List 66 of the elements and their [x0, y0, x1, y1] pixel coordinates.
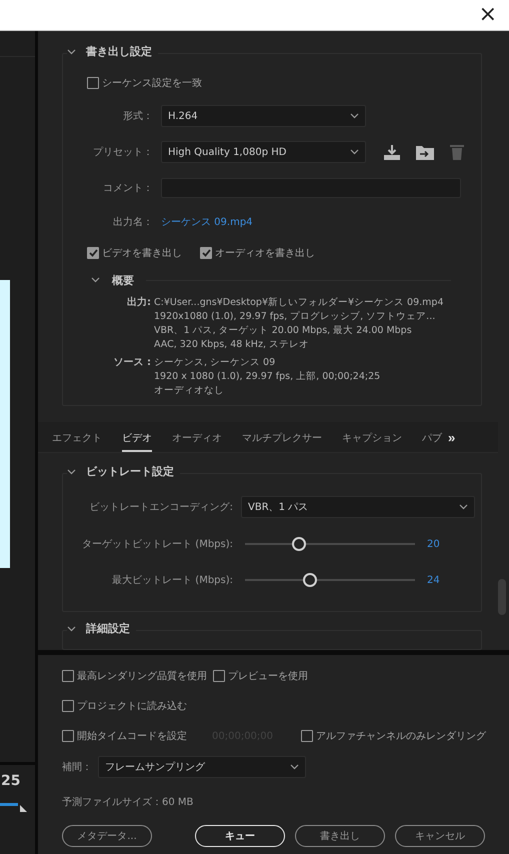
summary-line: AAC, 320 Kbps, 48 kHz, ステレオ: [154, 338, 310, 352]
encoding-dropdown[interactable]: VBR、1 パス: [241, 496, 475, 518]
chevron-icon[interactable]: [67, 48, 76, 54]
tab[interactable]: マルチプレクサー: [242, 422, 322, 452]
summary-line: VBR、1 パス, ターゲット 20.00 Mbps, 最大 24.00 Mbps: [154, 324, 413, 338]
scrollbar-thumb[interactable]: [498, 579, 506, 615]
field-label: ビットレートエンコーディング:: [88, 501, 233, 514]
close-button[interactable]: ×: [476, 5, 499, 25]
section-title: ビットレート設定: [86, 464, 174, 480]
checkbox[interactable]: 最高レンダリング品質を使用: [62, 669, 207, 683]
field-label: プリセット：: [92, 146, 153, 159]
tab[interactable]: エフェクト: [52, 422, 102, 452]
summary-line: シーケンス, シーケンス 09: [154, 356, 276, 370]
preset-dropdown[interactable]: High Quality 1,080p HD: [161, 141, 366, 163]
checkmark-icon: [202, 249, 210, 257]
dialog-button[interactable]: メタデータ...: [62, 825, 152, 847]
checkbox[interactable]: 開始タイムコードを設定: [62, 729, 187, 743]
dialog-button[interactable]: キュー: [195, 825, 285, 847]
playhead-bar-drawing: [0, 803, 28, 813]
chevron-icon[interactable]: [91, 277, 100, 283]
summary-title: 概要: [112, 272, 134, 288]
caret-icon: [350, 149, 359, 155]
chevron-icon[interactable]: [67, 468, 76, 475]
field-label: 出力名：: [112, 216, 153, 229]
dialog-button[interactable]: 書き出し: [295, 825, 385, 847]
import-folder-icon[interactable]: [416, 144, 434, 160]
tab[interactable]: ビデオ: [122, 422, 152, 452]
download-icon[interactable]: [384, 144, 400, 160]
field-label: 補間：: [62, 760, 92, 774]
slider-label: ターゲットビットレート (Mbps):: [81, 538, 233, 552]
slider-value: 20: [427, 538, 440, 550]
summary-line: C:¥User...gns¥Desktop¥新しいフォルダー¥シーケンス 09.mp4: [154, 296, 444, 310]
checkbox[interactable]: ビデオを書き出し: [87, 246, 182, 260]
caret-icon: [459, 504, 468, 510]
output-name-link[interactable]: シーケンス 09.mp4: [161, 215, 253, 229]
dialog-button[interactable]: キャンセル: [395, 825, 485, 847]
timecode: 25: [0, 773, 22, 789]
estimated-size: 予測ファイルサイズ：60 MB: [62, 796, 194, 809]
summary-line: 1920 x 1080 (1.0), 29.97 fps, 上部, 00;00;24;25: [154, 370, 380, 384]
section-title: 書き出し設定: [86, 44, 152, 59]
tab[interactable]: オーディオ: [172, 422, 222, 452]
summary-label: ソース :: [112, 356, 151, 370]
interpolation-dropdown[interactable]: フレームサンプリング: [98, 756, 306, 778]
field-label: 形式：: [122, 110, 153, 123]
summary-line: 1920x1080 (1.0), 29.97 fps, プログレッシブ, ソフトウェア...: [154, 310, 436, 324]
tab[interactable]: キャプション: [342, 422, 402, 452]
caret-icon: [290, 764, 299, 770]
caret-icon: [350, 113, 359, 119]
slider-value: 24: [427, 574, 440, 586]
chevron-icon[interactable]: [67, 626, 76, 632]
checkbox[interactable]: シーケンス設定を一致: [87, 76, 202, 90]
tab[interactable]: パブ: [422, 422, 442, 452]
slider-thumb[interactable]: [302, 573, 317, 588]
summary-label: 出力:: [126, 296, 151, 310]
slider-label: 最大ビットレート (Mbps):: [111, 574, 233, 588]
summary-line: オーディオなし: [154, 384, 225, 398]
checkbox[interactable]: プレビューを使用: [213, 669, 308, 683]
section-title: 詳細設定: [86, 621, 130, 636]
slider-thumb[interactable]: [292, 537, 306, 552]
field-label: コメント：: [102, 182, 153, 195]
more-tabs-button[interactable]: »: [448, 430, 456, 445]
checkbox[interactable]: プロジェクトに読み込む: [62, 699, 187, 713]
checkbox[interactable]: オーディオを書き出し: [200, 246, 315, 260]
checkbox[interactable]: アルファチャンネルのみレンダリング: [301, 729, 486, 743]
checkmark-icon: [88, 249, 98, 257]
format-dropdown[interactable]: H.264: [161, 105, 366, 127]
